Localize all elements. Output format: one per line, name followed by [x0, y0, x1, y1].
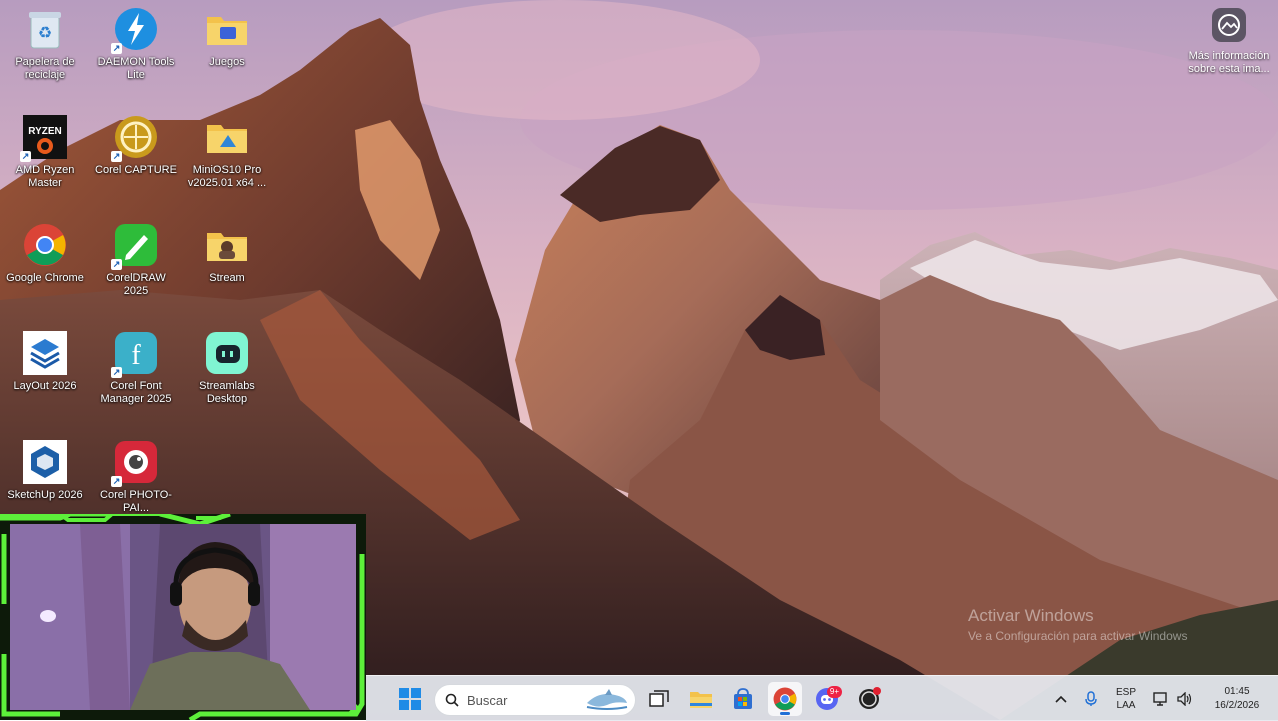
clock-button[interactable]: 01:45 16/2/2026 — [1202, 676, 1272, 721]
speaker-icon — [1177, 691, 1192, 706]
desktop-icon-google-chrome[interactable]: Google Chrome — [2, 218, 88, 318]
desktop-icon-minios10[interactable]: MiniOS10 Pro v2025.01 x64 ... — [184, 110, 270, 210]
svg-text:♻: ♻ — [38, 25, 52, 42]
chrome-icon — [773, 687, 797, 711]
task-view-icon — [649, 690, 669, 707]
ryzen-master-icon: RYZEN ↗ — [20, 114, 68, 162]
clock-time: 01:45 — [1224, 685, 1250, 697]
obs-taskbar-button[interactable] — [852, 682, 886, 716]
desktop-icon-daemon-tools[interactable]: ↗ DAEMON Tools Lite — [93, 2, 179, 102]
desktop-icon-corel-font-manager[interactable]: f ↗ Corel Font Manager 2025 — [93, 326, 179, 426]
microsoft-store-button[interactable] — [726, 682, 760, 716]
webcam-video — [10, 524, 356, 710]
daemon-tools-icon: ↗ — [111, 6, 159, 54]
volume-button[interactable] — [1174, 676, 1196, 721]
desktop-icon-label: Stream — [209, 272, 245, 284]
desktop-icon-label: MiniOS10 Pro v2025.01 x64 ... — [187, 164, 267, 189]
desktop-icon-stream[interactable]: Stream — [184, 218, 270, 318]
task-view-button[interactable] — [642, 682, 676, 716]
taskbar-search[interactable] — [434, 684, 636, 716]
desktop-icon-label: AMD Ryzen Master — [15, 164, 75, 189]
coreldraw-icon: ↗ — [111, 222, 159, 270]
search-input[interactable] — [465, 691, 579, 709]
shortcut-arrow-icon: ↗ — [111, 367, 122, 378]
desktop-icon-label: Corel Font Manager 2025 — [100, 380, 172, 405]
obs-record-icon — [859, 687, 881, 709]
activation-subtitle: Ve a Configuración para activar Windows — [968, 629, 1188, 643]
microphone-button[interactable] — [1080, 676, 1102, 721]
desktop-icon-streamlabs[interactable]: Streamlabs Desktop — [184, 326, 270, 426]
desktop-icon-label: DAEMON Tools Lite — [97, 56, 175, 81]
input-language-button[interactable]: ESP LAA — [1110, 676, 1142, 721]
keyboard-layout-label: LAA — [1116, 699, 1136, 711]
network-icon — [1153, 691, 1167, 706]
windows-activation-watermark: Activar Windows Ve a Configuración para … — [968, 606, 1187, 643]
recycle-bin-icon: ♻ — [22, 6, 68, 52]
language-label: ESP — [1115, 686, 1136, 698]
windows-logo-icon — [399, 688, 421, 710]
show-hidden-icons-button[interactable] — [1050, 676, 1072, 721]
notification-badge: 9+ — [826, 686, 842, 698]
desktop-icon-recycle-bin[interactable]: ♻ Papelera de reciclaje — [2, 2, 88, 102]
corel-photo-paint-icon: ↗ — [111, 439, 159, 487]
desktop-icon-layout[interactable]: LayOut 2026 — [2, 326, 88, 426]
folder-icon — [204, 222, 250, 268]
file-explorer-icon — [690, 692, 712, 708]
layout-icon — [22, 330, 68, 376]
taskbar: 9+ ESP LAA 01:45 16/2/2026 — [366, 675, 1278, 721]
desktop-icon-corel-capture[interactable]: ↗ Corel CAPTURE — [93, 110, 179, 210]
folder-icon — [204, 114, 250, 160]
file-explorer-button[interactable] — [684, 682, 718, 716]
desktop-icon-label: Streamlabs Desktop — [199, 380, 255, 405]
desktop-icon-label: Papelera de reciclaje — [15, 56, 75, 81]
search-highlight-dolphin-icon — [585, 689, 629, 716]
desktop-icon-coreldraw[interactable]: ↗ CorelDRAW 2025 — [93, 218, 179, 318]
chevron-up-icon — [1055, 695, 1067, 703]
streamlabs-icon — [204, 330, 250, 376]
corel-font-manager-icon: f ↗ — [111, 330, 159, 378]
search-icon — [445, 693, 459, 707]
start-button[interactable] — [393, 682, 427, 716]
desktop-icon-label: Google Chrome — [6, 272, 84, 284]
shortcut-arrow-icon: ↗ — [111, 259, 122, 270]
wallpaper-info-label: Más información sobre esta ima... — [1188, 50, 1270, 75]
desktop-icon-label: SketchUp 2026 — [7, 489, 83, 501]
shortcut-arrow-icon: ↗ — [20, 151, 31, 162]
sketchup-icon — [22, 439, 68, 485]
svg-text:f: f — [131, 340, 141, 371]
chrome-taskbar-button[interactable] — [768, 682, 802, 716]
chrome-icon — [22, 222, 68, 268]
activation-title: Activar Windows — [968, 606, 1094, 625]
webcam-overlay — [0, 514, 366, 720]
shortcut-arrow-icon: ↗ — [111, 476, 122, 487]
desktop-icon-label: Corel PHOTO-PAI... — [100, 489, 172, 514]
network-button[interactable] — [1150, 676, 1172, 721]
desktop-icon-label: Corel CAPTURE — [95, 164, 177, 176]
desktop-icon-label: LayOut 2026 — [13, 380, 77, 392]
desktop-icon-label: Juegos — [209, 56, 245, 68]
microphone-icon — [1085, 690, 1097, 706]
folder-icon — [204, 6, 250, 52]
clock-date: 16/2/2026 — [1214, 699, 1260, 711]
corel-capture-icon: ↗ — [111, 114, 159, 162]
desktop-icon-amd-ryzen-master[interactable]: RYZEN ↗ AMD Ryzen Master — [2, 110, 88, 210]
svg-text:RYZEN: RYZEN — [28, 126, 62, 137]
shortcut-arrow-icon: ↗ — [111, 43, 122, 54]
desktop-icon-juegos[interactable]: Juegos — [184, 2, 270, 102]
camera-info-icon — [1212, 8, 1246, 42]
wallpaper-info-widget[interactable]: Más información sobre esta ima... — [1182, 8, 1276, 76]
desktop-icon-label: CorelDRAW 2025 — [106, 272, 166, 297]
discord-taskbar-button[interactable]: 9+ — [810, 682, 844, 716]
shortcut-arrow-icon: ↗ — [111, 151, 122, 162]
microsoft-store-icon — [734, 688, 752, 709]
